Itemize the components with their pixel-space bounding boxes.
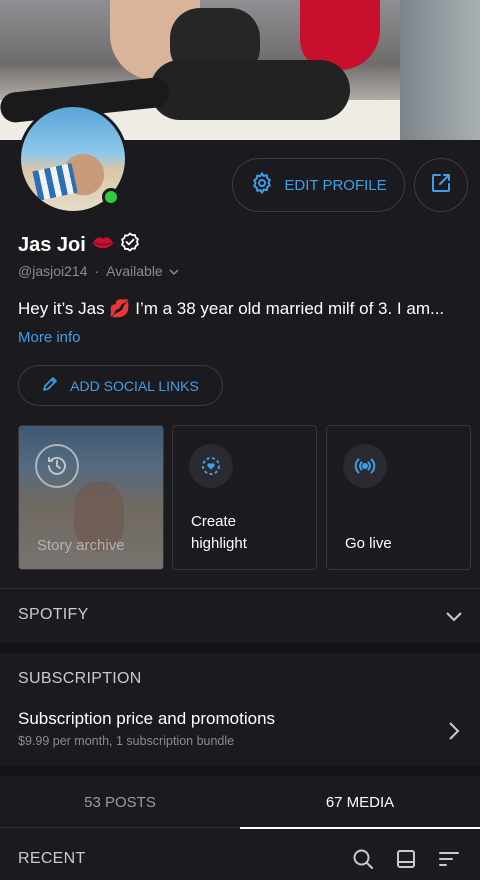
create-highlight-label: Create highlight: [191, 511, 247, 555]
handle-row: @jasjoi214 · Available: [18, 263, 179, 279]
recent-sort-label: RECENT: [18, 850, 86, 867]
go-live-label: Go live: [345, 535, 392, 552]
profile-handle: @jasjoi214: [18, 263, 88, 279]
feed-toolbar: [352, 848, 460, 875]
content-tabs: 53 POSTS 67 MEDIA: [0, 776, 480, 829]
create-highlight-line1: Create: [191, 513, 237, 530]
broadcast-icon: [343, 444, 387, 488]
divider: [0, 588, 480, 589]
spotify-section-header[interactable]: SPOTIFY: [18, 606, 89, 624]
sort-icon[interactable]: [438, 849, 460, 874]
pencil-icon: [42, 376, 58, 395]
verified-badge-icon: [120, 232, 140, 258]
gear-icon: [250, 171, 274, 199]
add-social-links-label: ADD SOCIAL LINKS: [70, 377, 199, 394]
profile-name: Jas Joi: [18, 233, 86, 256]
section-separator: [0, 643, 480, 653]
grid-view-icon[interactable]: [396, 849, 416, 874]
subscription-detail: $9.99 per month, 1 subscription bundle: [18, 734, 235, 748]
handle-separator: ·: [94, 263, 100, 279]
subscription-price-link[interactable]: Subscription price and promotions: [18, 709, 275, 729]
share-button[interactable]: [414, 158, 468, 212]
story-archive-label: Story archive: [37, 537, 125, 554]
availability-status[interactable]: Available: [106, 263, 179, 279]
availability-label: Available: [106, 263, 163, 279]
profile-bio: Hey it’s Jas 💋 I’m a 38 year old married…: [18, 299, 445, 318]
edit-profile-button[interactable]: EDIT PROFILE: [232, 158, 405, 212]
share-icon: [429, 171, 453, 200]
section-separator: [0, 766, 480, 776]
search-icon[interactable]: [352, 848, 374, 875]
create-highlight-card[interactable]: Create highlight: [172, 425, 317, 570]
chevron-right-icon[interactable]: [448, 721, 460, 746]
highlight-heart-icon: [189, 444, 233, 488]
clock-history-icon: [35, 444, 79, 488]
lips-emoji-icon: [92, 234, 114, 257]
chevron-down-icon: [169, 263, 179, 279]
go-live-card[interactable]: Go live: [326, 425, 471, 570]
edit-profile-label: EDIT PROFILE: [284, 176, 387, 194]
avatar-towel: [32, 163, 78, 201]
profile-name-row: Jas Joi: [18, 232, 140, 258]
subscription-section-header: SUBSCRIPTION: [18, 670, 142, 687]
online-status-dot: [102, 188, 120, 206]
cover-stocking: [150, 60, 350, 120]
chevron-down-icon[interactable]: [444, 606, 464, 631]
story-archive-card[interactable]: Story archive: [18, 425, 164, 570]
create-highlight-line2: highlight: [191, 535, 247, 552]
add-social-links-button[interactable]: ADD SOCIAL LINKS: [18, 365, 223, 406]
tab-media[interactable]: 67 MEDIA: [240, 776, 480, 829]
cover-curtain: [400, 0, 480, 140]
more-info-link[interactable]: More info: [18, 329, 81, 346]
tab-posts[interactable]: 53 POSTS: [0, 776, 240, 828]
